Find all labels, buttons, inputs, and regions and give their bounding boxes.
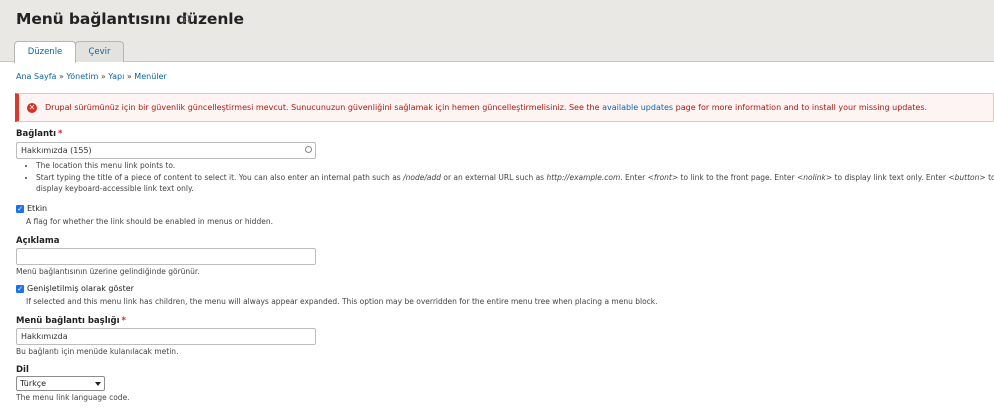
description-help: Menü bağlantısının üzerine gelindiğinde … — [16, 267, 200, 276]
breadcrumb-separator: » — [58, 72, 64, 81]
error-icon: ✕ — [27, 103, 37, 113]
title-help: Bu bağlantı için menüde kulanılacak meti… — [16, 347, 179, 356]
breadcrumb-item-admin[interactable]: Yönetim — [66, 72, 98, 81]
available-updates-link[interactable]: available updates — [602, 103, 673, 112]
description-input[interactable] — [16, 248, 316, 265]
breadcrumb-item-home[interactable]: Ana Sayfa — [16, 72, 56, 81]
title-label: Menü bağlantı başlığı * — [16, 316, 126, 326]
breadcrumb-separator: » — [100, 72, 106, 81]
link-help-item: Start typing the title of a piece of con… — [36, 172, 994, 194]
required-marker: * — [57, 129, 63, 139]
tab-cevir[interactable]: Çevir — [75, 41, 124, 62]
description-label: Açıklama — [16, 236, 60, 246]
required-marker: * — [121, 316, 126, 326]
link-help-item: The location this menu link points to. — [36, 160, 994, 171]
security-alert: ✕ Drupal sürümünüz için bir güvenlik gün… — [15, 93, 994, 122]
page-header: Menü bağlantısını düzenle ☆ Düzenle Çevi… — [0, 0, 994, 63]
link-input[interactable]: Hakkımızda (155) — [16, 142, 316, 159]
link-label: Bağlantı * — [16, 129, 63, 139]
breadcrumb: Ana Sayfa » Yönetim » Yapı » Menüler — [16, 72, 167, 81]
language-select[interactable]: Türkçe — [16, 376, 105, 391]
breadcrumb-item-structure[interactable]: Yapı — [108, 72, 124, 81]
breadcrumb-separator: » — [126, 72, 132, 81]
language-label: Dil — [16, 365, 29, 375]
page-title: Menü bağlantısını düzenle — [16, 10, 244, 28]
expanded-label[interactable]: Genişletilmiş olarak göster — [27, 284, 134, 293]
enabled-description: A flag for whether the link should be en… — [26, 217, 273, 226]
star-icon[interactable]: ☆ — [180, 9, 193, 27]
tab-duzenle[interactable]: Düzenle — [14, 41, 76, 63]
title-input[interactable]: Hakkımızda — [16, 328, 316, 345]
expanded-checkbox[interactable]: ✓ — [16, 285, 24, 293]
autocomplete-icon — [305, 146, 312, 153]
breadcrumb-item-menus[interactable]: Menüler — [134, 72, 166, 81]
alert-message: Drupal sürümünüz için bir güvenlik günce… — [45, 103, 928, 112]
enabled-checkbox[interactable]: ✓ — [16, 205, 24, 213]
chevron-down-icon — [95, 382, 101, 386]
expanded-description: If selected and this menu link has child… — [26, 297, 658, 306]
link-help-list: The location this menu link points to. S… — [26, 160, 994, 195]
enabled-label[interactable]: Etkin — [27, 204, 47, 213]
language-help: The menu link language code. — [16, 393, 130, 402]
